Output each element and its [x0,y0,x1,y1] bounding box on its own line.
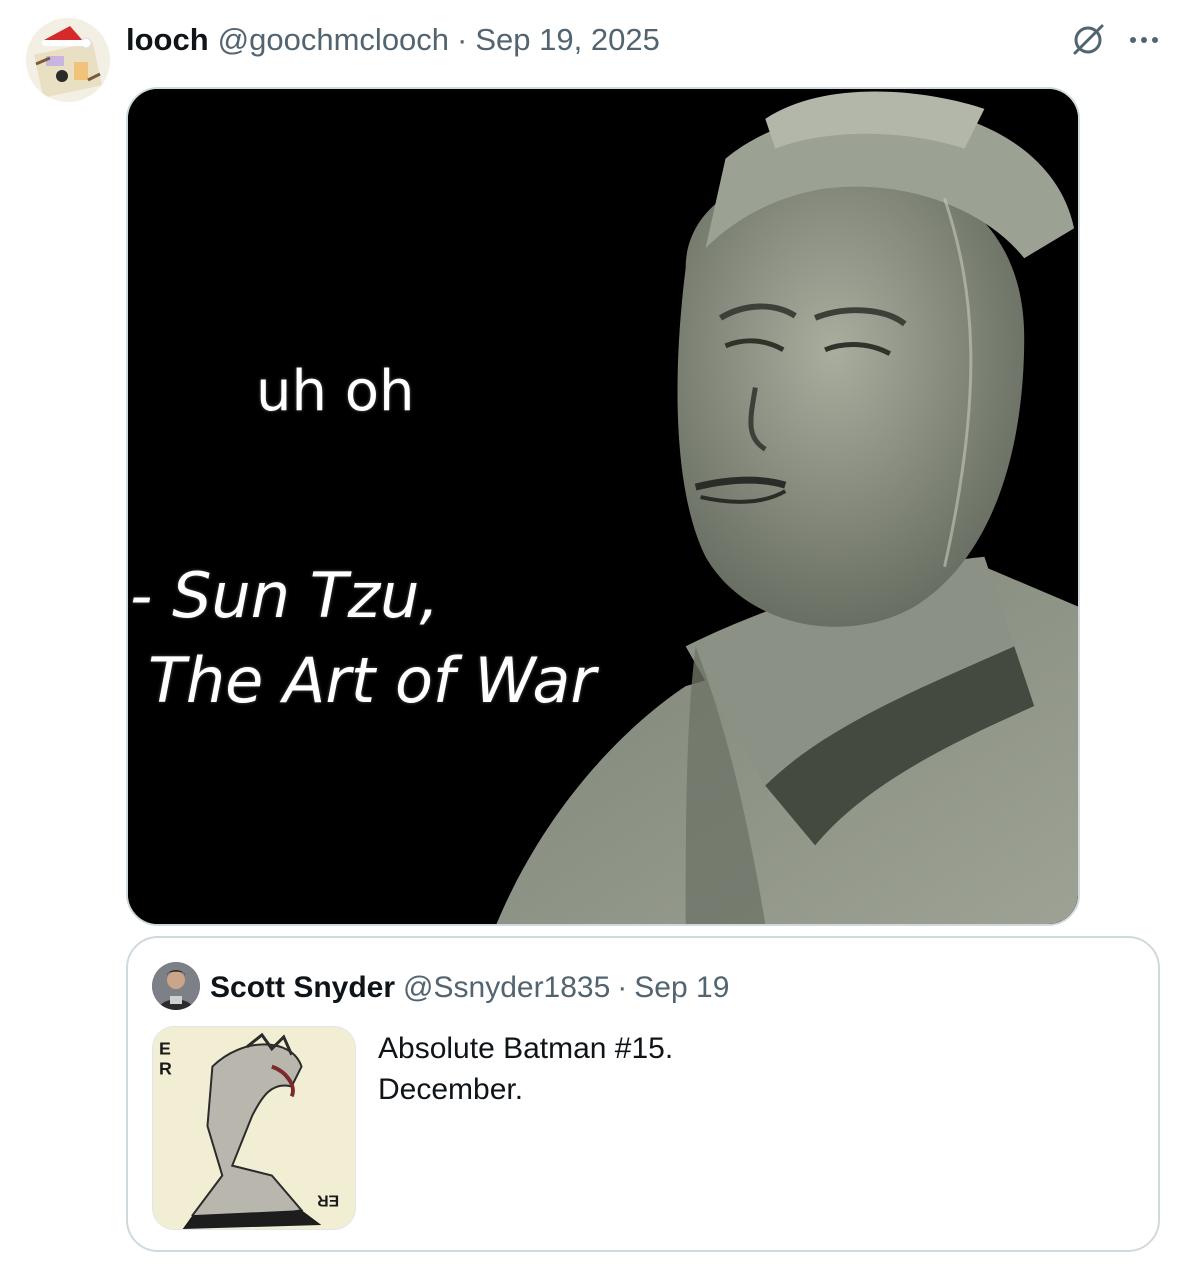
author-handle[interactable]: @goochmclooch [218,22,449,58]
quoted-author-display-name: Scott Snyder [210,971,396,1004]
grok-icon[interactable] [1068,20,1108,60]
tweet-header: looch @goochmclooch · Sep 19, 2025 [126,20,660,60]
meme-caption-top: uh oh [256,359,415,424]
quoted-text-line: Absolute Batman #15. [378,1032,674,1065]
tweet-media-image[interactable]: uh oh - Sun Tzu, The Art of War [126,87,1080,926]
quoted-text-line: December. [378,1073,524,1106]
meme-caption-source: The Art of War [148,644,596,717]
tweet-date[interactable]: Sep 19, 2025 [475,22,659,58]
svg-text:R: R [159,1059,172,1079]
quoted-tweet-header: Scott Snyder @Ssnyder1835 · Sep 19 [210,968,729,1008]
author-display-name[interactable]: looch [126,22,209,58]
tweet: looch @goochmclooch · Sep 19, 2025 uh oh… [0,0,1188,1268]
quoted-tweet-text: Absolute Batman #15. December. [378,1028,673,1110]
quoted-tweet-date: Sep 19 [634,971,730,1004]
svg-text:E: E [159,1039,171,1059]
more-options-icon[interactable] [1124,22,1164,58]
author-avatar[interactable] [26,18,110,102]
quoted-author-handle: @Ssnyder1835 [403,971,611,1004]
quoted-media-thumbnail[interactable]: E R ER [152,1026,356,1230]
svg-text:ER: ER [317,1191,340,1208]
meme-caption-attribution: - Sun Tzu, [130,559,440,632]
quoted-tweet-card[interactable]: Scott Snyder @Ssnyder1835 · Sep 19 E R E… [126,936,1160,1252]
statue-illustration [128,89,1078,924]
quoted-header-separator: · [617,971,628,1004]
header-separator: · [457,22,468,57]
quoted-author-avatar[interactable] [152,962,200,1010]
